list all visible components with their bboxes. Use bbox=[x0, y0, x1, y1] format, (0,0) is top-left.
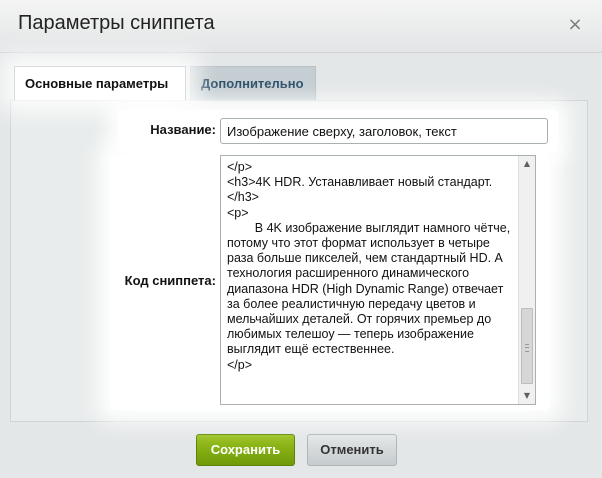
snippet-params-dialog: Параметры сниппета × Основные параметры … bbox=[0, 0, 602, 478]
name-label: Название: bbox=[150, 122, 216, 137]
snippet-code-textarea[interactable]: </p> <h3>4K HDR. Устанавливает новый ста… bbox=[220, 155, 536, 405]
scroll-down-arrow-icon[interactable]: ▼ bbox=[519, 388, 535, 404]
tab-main-params[interactable]: Основные параметры bbox=[14, 66, 186, 100]
close-icon[interactable]: × bbox=[566, 16, 584, 34]
scroll-thumb[interactable] bbox=[521, 308, 533, 384]
dialog-title: Параметры сниппета bbox=[18, 12, 215, 34]
snippet-code-text[interactable]: </p> <h3>4K HDR. Устанавливает новый ста… bbox=[227, 160, 515, 373]
dialog-titlebar: Параметры сниппета × bbox=[0, 0, 602, 53]
scroll-up-arrow-icon[interactable]: ▲ bbox=[519, 156, 535, 172]
tab-additional[interactable]: Дополнительно bbox=[190, 66, 316, 100]
cancel-button[interactable]: Отменить bbox=[307, 434, 397, 466]
name-input[interactable] bbox=[220, 118, 548, 144]
save-button[interactable]: Сохранить bbox=[196, 434, 295, 466]
code-scrollbar[interactable]: ▲ ▼ bbox=[518, 156, 535, 404]
code-label: Код сниппета: bbox=[124, 273, 216, 288]
grip-icon bbox=[525, 344, 529, 352]
